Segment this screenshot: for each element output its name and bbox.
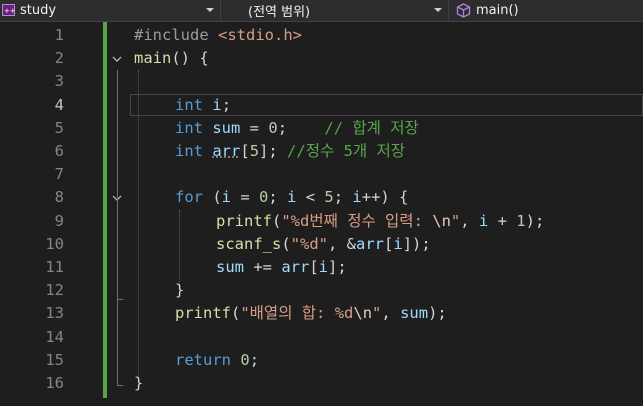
code-line: main() { [134,49,209,67]
code-line: } [175,281,185,299]
line-number: 9 [54,212,64,230]
code-line: int sum = 0; // 합계 저장 [175,119,419,137]
outline-bracket [117,210,118,300]
member-name: main() [476,3,519,18]
code-line: int i; [175,96,232,114]
svg-text:++: ++ [4,7,15,15]
navigation-bar: ++ study (전역 범위) main() [0,0,643,22]
line-number: 13 [45,304,64,322]
line-number: 16 [45,374,64,392]
cpp-project-icon: ++ [2,4,15,16]
code-line: } [134,374,144,392]
outline-bracket-end [117,385,123,386]
change-tracking-bar [103,22,107,398]
line-number: 1 [54,26,64,44]
line-number: 8 [54,188,64,206]
code-line: printf("배열의 합: %d\n", sum); [175,304,447,322]
member-dropdown[interactable]: main() [450,0,643,21]
code-line: printf("%d번째 정수 입력: \n", i + 1); [216,212,545,230]
line-number: 6 [54,142,64,160]
chevron-down-icon [434,8,442,12]
line-number: 10 [45,235,64,253]
line-number: 12 [45,281,64,299]
line-number: 3 [54,72,64,90]
line-number: 11 [45,258,64,276]
line-number: 14 [45,328,64,346]
scope-name: (전역 범위) [248,5,311,20]
code-line: int arr[5]; //정수 5개 저장 [175,142,405,160]
line-number: 7 [54,165,64,183]
code-line: #include <stdio.h> [134,26,302,44]
line-number-current: 4 [54,96,64,114]
line-number-gutter: 1 2 3 4 5 6 7 8 9 10 11 12 13 14 15 16 [0,22,112,406]
code-editor[interactable]: #include <stdio.h> main() { int i; int s… [133,22,643,406]
code-line: for (i = 0; i < 5; i++) { [175,188,409,206]
code-line: scanf_s("%d", &arr[i]); [216,235,431,253]
line-number: 15 [45,351,64,369]
project-dropdown[interactable]: ++ study [0,0,221,21]
cube-icon [456,3,471,18]
outline-bracket-end [117,299,123,300]
code-line: sum += arr[i]; [216,258,347,276]
chevron-down-icon [206,8,214,12]
line-number: 2 [54,49,64,67]
project-name: study [20,3,57,18]
scope-dropdown[interactable]: (전역 범위) [222,0,449,21]
code-line: return 0; [175,351,260,369]
line-number: 5 [54,119,64,137]
chevron-down-icon[interactable] [110,52,124,66]
